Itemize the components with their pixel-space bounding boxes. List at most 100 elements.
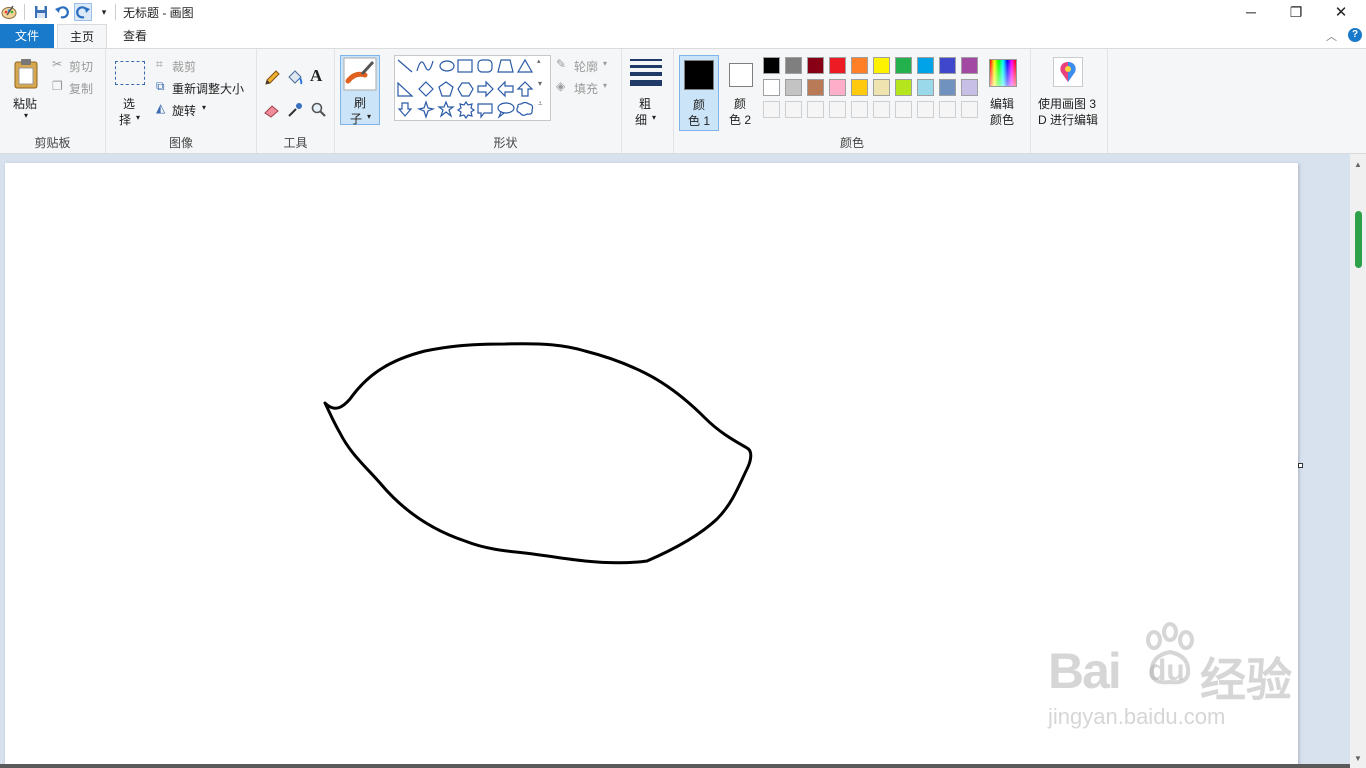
fill-dropdown-icon: ▾: [603, 81, 608, 90]
clipboard-group: 粘贴 ▾ ✂ 剪切 ❐ 复制 剪贴板: [0, 49, 106, 153]
eraser-icon[interactable]: [263, 101, 281, 119]
palette-swatch[interactable]: [961, 57, 978, 74]
vertical-scrollbar[interactable]: ▲ ▼: [1350, 154, 1366, 768]
color1-label-2: 色 1: [688, 114, 711, 128]
palette-swatch[interactable]: [939, 101, 956, 118]
edit-with-paint3d-button[interactable]: 使用画图 3 D 进行编辑: [1035, 55, 1105, 131]
separator: [115, 4, 116, 20]
palette-swatch[interactable]: [785, 57, 802, 74]
outline-dropdown-icon: ▾: [603, 59, 608, 68]
close-button[interactable]: ✕: [1318, 0, 1364, 24]
palette-swatch[interactable]: [873, 79, 890, 96]
palette-swatch[interactable]: [829, 101, 846, 118]
rotate-dropdown-icon: ▾: [202, 103, 207, 112]
palette-swatch[interactable]: [961, 101, 978, 118]
collapse-ribbon-chevron-icon[interactable]: ︿: [1326, 28, 1337, 44]
paint3d-icon: [1053, 57, 1083, 87]
palette-swatch[interactable]: [917, 101, 934, 118]
tab-file[interactable]: 文件: [0, 24, 54, 48]
palette-swatch[interactable]: [763, 101, 780, 118]
shapes-expand-icon[interactable]: ⩡: [538, 99, 543, 109]
palette-swatch[interactable]: [785, 79, 802, 96]
fill-label: 填充: [574, 82, 599, 96]
palette-swatch[interactable]: [763, 79, 780, 96]
scroll-up-arrow-icon[interactable]: ▲: [1354, 160, 1362, 169]
size-label-2: 细: [635, 113, 648, 127]
customize-toolbar-chevron-icon[interactable]: ▾: [95, 3, 113, 21]
canvas-resize-handle[interactable]: [1298, 463, 1303, 468]
scroll-thumb[interactable]: [1355, 211, 1362, 268]
undo-icon[interactable]: [53, 3, 71, 21]
shapes-scroll-up-icon[interactable]: ▴: [537, 57, 541, 65]
brush-icon: [343, 57, 377, 91]
select-button[interactable]: 选 择 ▾: [114, 59, 146, 129]
brushes-label-1: 刷: [354, 96, 367, 110]
brushes-dropdown-icon: ▾: [367, 112, 372, 121]
palette-swatch[interactable]: [939, 79, 956, 96]
save-icon[interactable]: [32, 3, 50, 21]
colors-group-label: 颜色: [839, 136, 864, 150]
brushes-group: 刷 子 ▾: [335, 49, 390, 153]
minimize-button[interactable]: ─: [1228, 0, 1274, 24]
scroll-down-arrow-icon[interactable]: ▼: [1354, 754, 1362, 763]
color1-swatch: [684, 60, 714, 90]
palette-swatch[interactable]: [917, 57, 934, 74]
palette-swatch[interactable]: [763, 57, 780, 74]
text-tool-icon[interactable]: A: [310, 66, 322, 86]
shapes-gallery[interactable]: [394, 55, 551, 121]
copy-label: 复制: [69, 82, 94, 96]
color-picker-icon[interactable]: [286, 101, 304, 119]
color2-button[interactable]: 颜 色 2: [725, 55, 765, 131]
rotate-label: 旋转: [172, 104, 197, 118]
palette-swatch[interactable]: [939, 57, 956, 74]
paint-app-icon[interactable]: [0, 3, 18, 21]
tools-group-label: 工具: [283, 136, 308, 150]
scissors-icon: ✂: [52, 57, 63, 71]
horizontal-scrollbar[interactable]: [0, 764, 1350, 768]
brushes-button[interactable]: 刷 子 ▾: [340, 55, 380, 126]
edit-colors-button[interactable]: 编辑 颜色: [986, 55, 1022, 131]
fill-bucket-icon[interactable]: [286, 69, 304, 87]
palette-swatch[interactable]: [873, 101, 890, 118]
fill-icon: ◈: [556, 79, 566, 93]
tab-view[interactable]: 查看: [110, 24, 160, 48]
maximize-button[interactable]: ❐: [1273, 0, 1319, 24]
paste-icon: [14, 59, 38, 89]
color-spectrum-icon: [989, 59, 1017, 87]
crop-icon: ⌗: [156, 57, 163, 71]
colors-group: 颜 色 1 颜 色 2 编辑 颜色 颜色: [674, 49, 1031, 153]
palette-swatch[interactable]: [895, 79, 912, 96]
palette-swatch[interactable]: [807, 57, 824, 74]
palette-swatch[interactable]: [851, 79, 868, 96]
palette-swatch[interactable]: [895, 57, 912, 74]
magnifier-icon[interactable]: [310, 101, 328, 119]
color1-button[interactable]: 颜 色 1: [679, 55, 719, 131]
palette-swatch[interactable]: [807, 101, 824, 118]
separator: [24, 4, 25, 20]
color2-label-2: 色 2: [729, 113, 752, 127]
palette-swatch[interactable]: [917, 79, 934, 96]
watermark-jingyan: 经验: [1200, 654, 1292, 706]
clipboard-group-label: 剪贴板: [34, 136, 71, 150]
paint3d-label-1: 使用画图 3: [1038, 97, 1097, 111]
window-title: 无标题 - 画图: [123, 6, 194, 20]
select-dropdown-icon: ▾: [136, 113, 141, 122]
palette-swatch[interactable]: [873, 57, 890, 74]
palette-swatch[interactable]: [851, 101, 868, 118]
palette-swatch[interactable]: [851, 57, 868, 74]
shapes-gallery-icons: [397, 58, 534, 120]
shapes-scroll-down-icon[interactable]: ▾: [538, 79, 542, 88]
size-button[interactable]: 粗 细 ▾: [628, 55, 668, 127]
pencil-icon[interactable]: [263, 69, 281, 87]
palette-swatch[interactable]: [785, 101, 802, 118]
palette-swatch[interactable]: [829, 57, 846, 74]
palette-swatch[interactable]: [829, 79, 846, 96]
palette-swatch[interactable]: [807, 79, 824, 96]
tab-home[interactable]: 主页: [57, 24, 107, 48]
size-label-1: 粗: [639, 97, 652, 111]
palette-swatch[interactable]: [895, 101, 912, 118]
redo-icon[interactable]: [74, 3, 92, 21]
help-icon[interactable]: ?: [1348, 28, 1362, 42]
paste-button[interactable]: 粘贴 ▾: [10, 55, 44, 125]
palette-swatch[interactable]: [961, 79, 978, 96]
